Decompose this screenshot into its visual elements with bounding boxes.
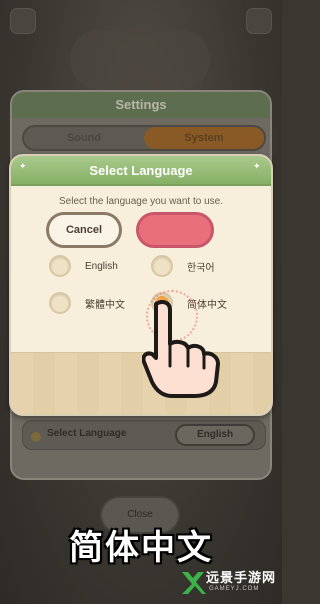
option-traditional-chinese[interactable]: 繁體中文 <box>49 292 125 314</box>
caption-text: 简体中文 <box>69 528 213 568</box>
tab-sound[interactable]: Sound <box>24 127 144 149</box>
settings-title: Settings <box>12 92 270 118</box>
option-label: English <box>85 260 118 272</box>
select-language-dialog: Select Language ✦ ✦ Select the language … <box>9 154 273 416</box>
option-english[interactable]: English <box>49 255 118 277</box>
option-label: 한국어 <box>187 262 215 274</box>
pointing-hand-icon <box>142 300 220 398</box>
watermark-logo-icon <box>182 572 206 594</box>
watermark-url: GAMEYJ.COM <box>209 586 260 592</box>
dialog-footer <box>11 352 271 414</box>
radio-button[interactable] <box>49 255 71 277</box>
dialog-title: Select Language <box>11 156 271 186</box>
radio-button[interactable] <box>49 292 71 314</box>
dialog-subtitle: Select the language you want to use. <box>58 196 223 207</box>
option-label: 繁體中文 <box>85 299 125 311</box>
bg-settings-icon <box>246 8 272 34</box>
tab-system[interactable]: System <box>144 127 264 149</box>
bg-menu-icon <box>10 8 36 34</box>
language-setting-label: Select Language <box>47 428 127 439</box>
radio-button[interactable] <box>151 255 173 277</box>
settings-tabs: Sound System <box>22 125 266 151</box>
watermark: 远景手游网 GAMEYJ.COM <box>180 566 280 600</box>
corner-sparkle-icon: ✦ <box>253 162 261 172</box>
option-korean[interactable]: 한국어 <box>151 255 215 277</box>
watermark-text: 远景手游网 <box>206 571 277 586</box>
bullet-icon <box>31 432 41 442</box>
corner-sparkle-icon: ✦ <box>19 162 27 172</box>
ok-button[interactable] <box>136 212 214 248</box>
game-logo-dimmed <box>70 30 210 90</box>
cancel-button[interactable]: Cancel <box>46 212 122 248</box>
language-setting-row: Select Language English <box>22 420 266 450</box>
language-setting-button[interactable]: English <box>175 424 255 446</box>
